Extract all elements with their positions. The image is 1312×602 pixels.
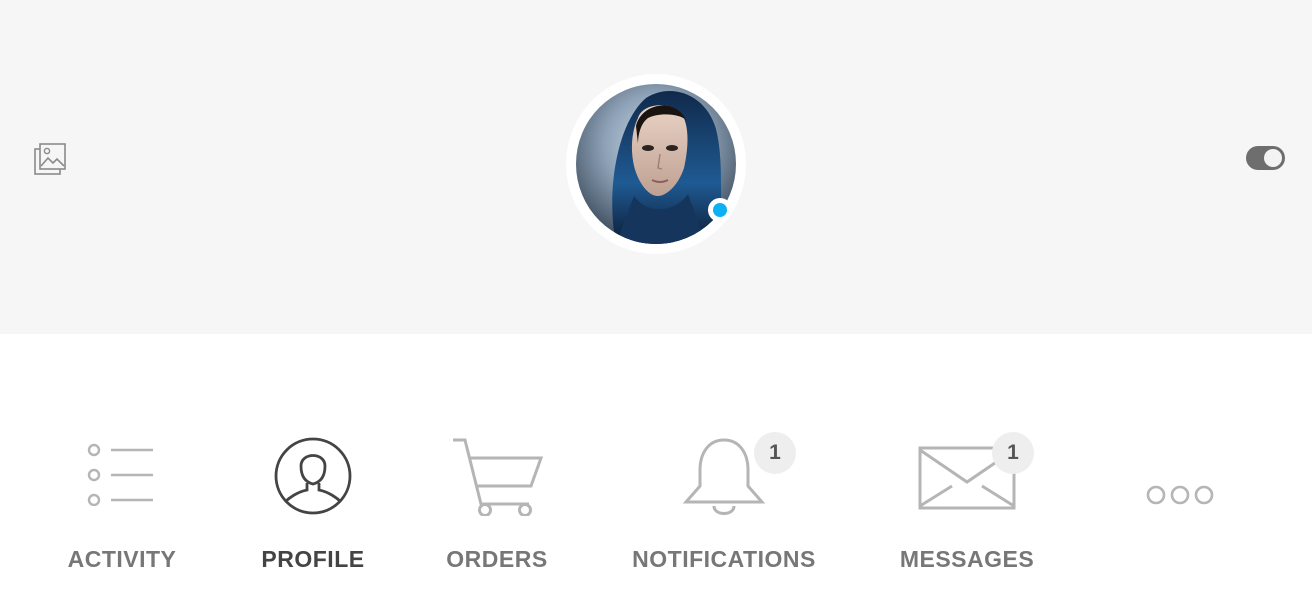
- online-status-dot: [708, 198, 732, 222]
- toggle-switch-icon[interactable]: [1246, 146, 1285, 170]
- nav-item-more[interactable]: [1140, 434, 1220, 584]
- nav-label-orders: ORDERS: [446, 546, 548, 572]
- image-stack-icon[interactable]: [32, 141, 68, 177]
- nav-item-profile[interactable]: PROFILE: [252, 434, 374, 584]
- nav-item-notifications[interactable]: 1 NOTIFICATIONS: [626, 432, 822, 584]
- nav-item-orders[interactable]: ORDERS: [444, 434, 550, 584]
- nav-item-activity[interactable]: ACTIVITY: [62, 434, 182, 584]
- nav-label-notifications: NOTIFICATIONS: [632, 546, 816, 572]
- messages-badge: 1: [992, 432, 1034, 474]
- avatar[interactable]: [576, 84, 736, 244]
- nav-label-messages: MESSAGES: [899, 546, 1035, 572]
- nav-item-messages[interactable]: 1 MESSAGES: [899, 432, 1035, 584]
- notifications-badge: 1: [754, 432, 796, 474]
- list-icon: [87, 442, 157, 511]
- profile-cover: [0, 0, 1312, 334]
- more-dots-icon: [1145, 484, 1215, 511]
- toggle-knob: [1264, 149, 1282, 167]
- profile-nav: ACTIVITY PROFILE ORDERS 1 NOTIFICATIONS …: [0, 334, 1312, 602]
- nav-label-activity: ACTIVITY: [67, 546, 177, 572]
- avatar-frame: [566, 74, 746, 254]
- user-circle-icon: [273, 436, 353, 521]
- nav-label-profile: PROFILE: [261, 546, 365, 572]
- cart-icon: [451, 436, 544, 521]
